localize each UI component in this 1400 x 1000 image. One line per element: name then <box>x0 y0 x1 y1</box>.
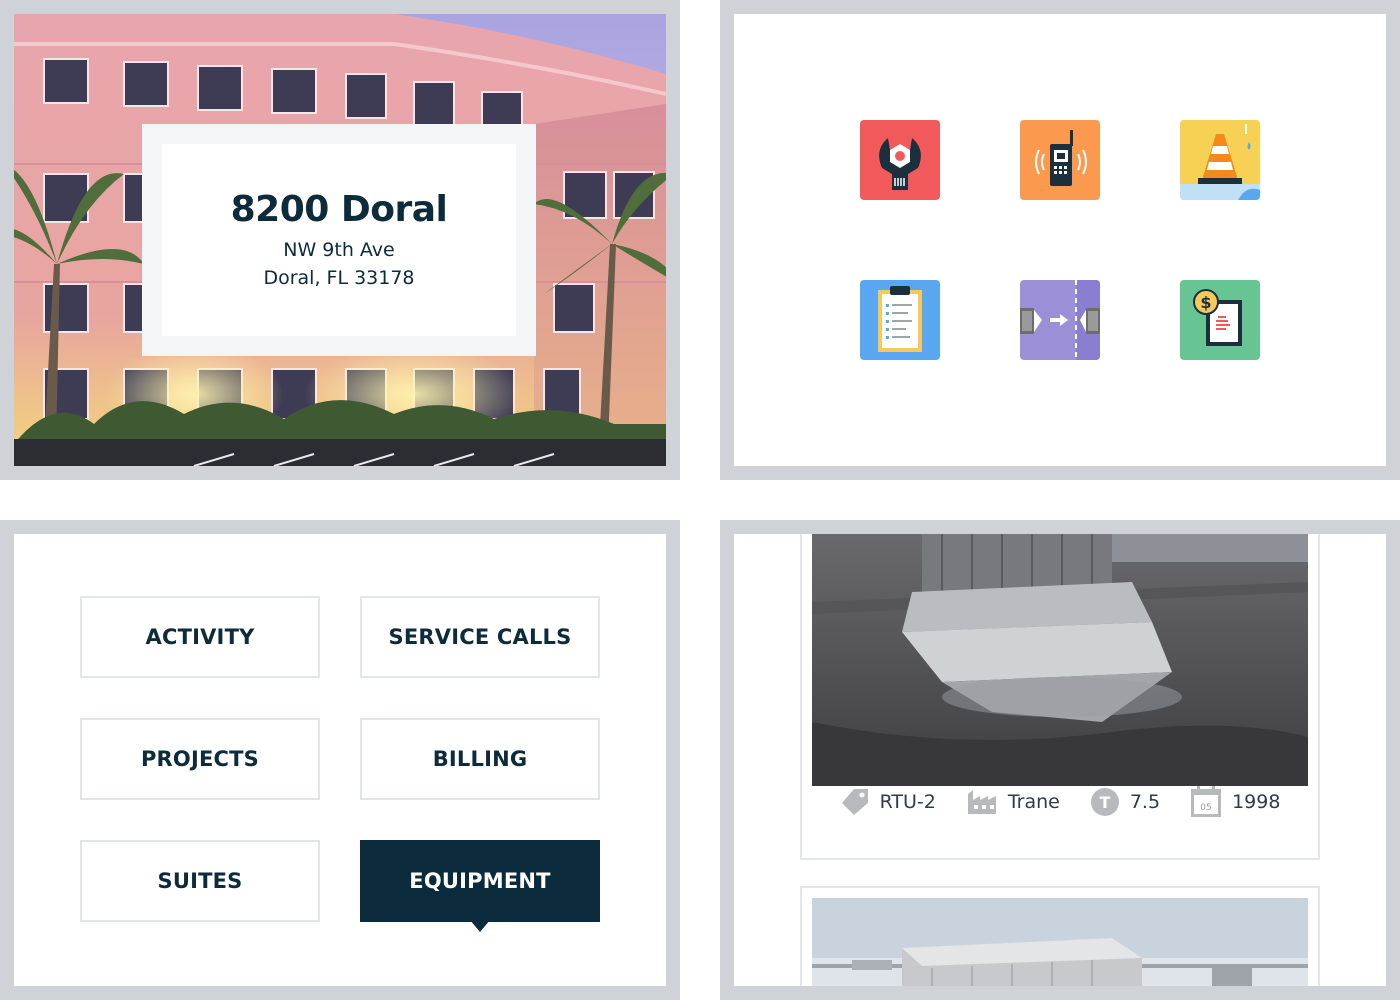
equipment-tonnage-label: 7.5 <box>1129 791 1161 813</box>
tag-icon <box>841 789 868 815</box>
navigation-grid: ACTIVITY SERVICE CALLS PROJECTS BILLING … <box>14 534 666 986</box>
navigation-panel: ACTIVITY SERVICE CALLS PROJECTS BILLING … <box>0 520 680 1000</box>
equipment-card[interactable]: RTU-2 Trane T 7.5 05 1998 <box>800 534 1320 860</box>
tonnage-icon: T <box>1090 788 1119 816</box>
equipment-list[interactable]: RTU-2 Trane T 7.5 05 1998 <box>734 534 1386 986</box>
wrench-nut-icon[interactable] <box>860 120 940 200</box>
svg-text:T: T <box>1099 793 1110 812</box>
invoice-icon[interactable]: $ <box>1180 280 1260 360</box>
property-photo-container: 8200 Doral NW 9th Ave Doral, FL 33178 <box>14 14 666 466</box>
nav-billing-button[interactable]: BILLING <box>360 718 600 800</box>
walkie-talkie-icon[interactable] <box>1020 120 1100 200</box>
address-card-body: 8200 Doral NW 9th Ave Doral, FL 33178 <box>162 144 516 336</box>
equipment-year-label: 1998 <box>1232 791 1281 813</box>
address-line-1: NW 9th Ave <box>283 238 395 261</box>
nav-activity-button[interactable]: ACTIVITY <box>80 596 320 678</box>
services-icon-grid: $ <box>734 14 1386 466</box>
calendar-day-label: 05 <box>1200 803 1211 813</box>
nav-projects-button[interactable]: PROJECTS <box>80 718 320 800</box>
equipment-panel: RTU-2 Trane T 7.5 05 1998 <box>720 520 1400 1000</box>
nav-suites-button[interactable]: SUITES <box>80 840 320 922</box>
equipment-tag-label: RTU-2 <box>879 791 936 813</box>
equipment-tag: RTU-2 <box>840 787 936 817</box>
address-line-2: Doral, FL 33178 <box>263 266 415 289</box>
nav-service-calls-button[interactable]: SERVICE CALLS <box>360 596 600 678</box>
equipment-manufacturer-label: Trane <box>1007 791 1060 813</box>
move-transfer-icon[interactable] <box>1020 280 1100 360</box>
clipboard-icon[interactable] <box>860 280 940 360</box>
calendar-icon: 05 <box>1191 786 1222 817</box>
equipment-photo <box>812 898 1308 986</box>
svg-text:$: $ <box>1200 293 1211 312</box>
property-panel: 8200 Doral NW 9th Ave Doral, FL 33178 <box>0 0 680 480</box>
equipment-photo <box>812 534 1308 786</box>
equipment-tonnage: T 7.5 <box>1090 787 1160 817</box>
address-card: 8200 Doral NW 9th Ave Doral, FL 33178 <box>142 124 536 356</box>
equipment-manufacturer: Trane <box>966 788 1060 816</box>
equipment-year: 05 1998 <box>1190 786 1280 818</box>
traffic-cone-icon[interactable] <box>1180 120 1260 200</box>
equipment-card[interactable] <box>800 886 1320 986</box>
services-icon-panel: $ <box>720 0 1400 480</box>
property-name: 8200 Doral <box>230 188 448 230</box>
factory-icon <box>967 790 996 814</box>
nav-equipment-button[interactable]: EQUIPMENT <box>360 840 600 932</box>
equipment-meta: RTU-2 Trane T 7.5 05 1998 <box>802 786 1318 818</box>
